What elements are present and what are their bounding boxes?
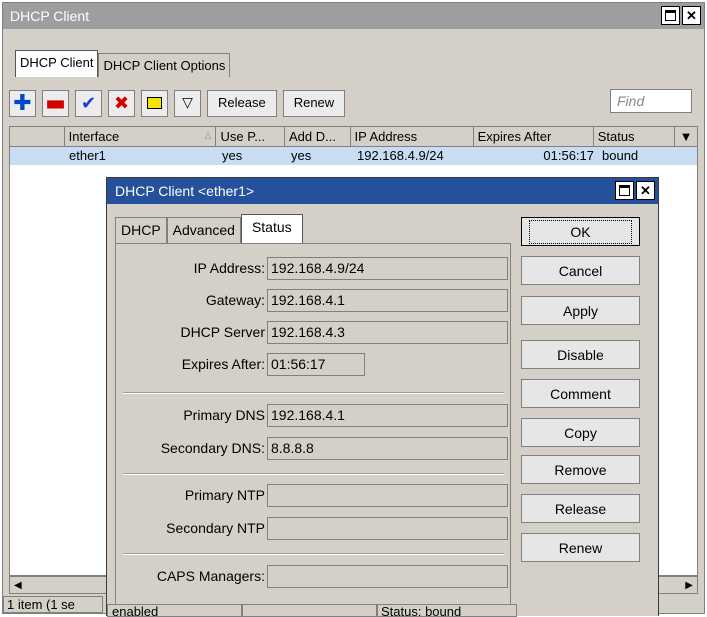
columns-menu-button[interactable]: ▼: [675, 127, 697, 147]
maximize-icon: [665, 10, 676, 21]
separator: [123, 553, 504, 555]
dialog-status-enabled: enabled: [107, 604, 242, 617]
tab-status[interactable]: Status: [240, 214, 303, 243]
window-title: DHCP Client: [10, 8, 90, 24]
tab-dhcp-client[interactable]: DHCP Client: [15, 50, 99, 77]
dhcp-client-edit-dialog: DHCP Client <ether1> ✕ DHCP Advanced Sta…: [106, 177, 660, 617]
separator: [123, 473, 504, 475]
dialog-titlebar[interactable]: DHCP Client <ether1> ✕: [107, 178, 658, 204]
table-row[interactable]: ether1 yes yes 192.168.4.9/24 01:56:17 b…: [10, 147, 697, 165]
filter-icon: ▽: [182, 95, 193, 111]
expires-after-label: Expires After:: [181, 356, 265, 372]
primary-dns-field[interactable]: 192.168.4.1: [267, 404, 508, 427]
column-header-interface[interactable]: Interface △: [64, 127, 217, 147]
column-header-add-default[interactable]: Add D...: [284, 127, 351, 147]
ip-address-label: IP Address:: [193, 260, 265, 276]
ok-button[interactable]: OK: [521, 217, 640, 246]
cross-icon: ✖: [113, 92, 130, 114]
tab-advanced[interactable]: Advanced: [166, 217, 241, 243]
release-button[interactable]: Release: [521, 494, 640, 523]
cell-add-default: yes: [291, 148, 312, 163]
secondary-dns-label: Secondary DNS:: [160, 440, 265, 456]
expires-after-field[interactable]: 01:56:17: [267, 353, 365, 376]
maximize-icon: [619, 185, 630, 196]
scroll-left-icon[interactable]: ◀: [14, 580, 22, 591]
scroll-right-icon[interactable]: ▶: [685, 580, 693, 591]
renew-button[interactable]: Renew: [521, 533, 640, 562]
cell-status: bound: [602, 148, 639, 163]
dialog-statusbar: enabled Status: bound: [107, 604, 660, 617]
primary-ntp-label: Primary NTP: [184, 487, 265, 503]
apply-button[interactable]: Apply: [521, 296, 640, 325]
chevron-down-icon: ▼: [679, 129, 693, 144]
primary-ntp-field[interactable]: [267, 484, 508, 507]
window-titlebar[interactable]: DHCP Client ✕: [3, 3, 704, 29]
maximize-button[interactable]: [661, 6, 680, 25]
filter-button[interactable]: ▽: [174, 89, 201, 117]
find-input[interactable]: Find: [610, 89, 692, 113]
status-panel: IP Address: 192.168.4.9/24 Gateway: 192.…: [115, 243, 511, 617]
dialog-status-blank: [242, 604, 377, 617]
dialog-close-button[interactable]: ✕: [636, 181, 655, 200]
minus-icon: ▬: [45, 90, 66, 116]
disable-button[interactable]: ✖: [108, 89, 135, 117]
secondary-ntp-field[interactable]: [267, 517, 508, 540]
table-header: Interface △ Use P... Add D... IP Address…: [10, 127, 697, 147]
sort-icon: △: [204, 130, 212, 140]
copy-button[interactable]: Copy: [521, 418, 640, 447]
dialog-maximize-button[interactable]: [615, 181, 634, 200]
remove-button[interactable]: Remove: [521, 455, 640, 484]
disable-button[interactable]: Disable: [521, 340, 640, 369]
release-toolbar-button[interactable]: Release: [207, 89, 277, 117]
check-icon: ✔: [80, 92, 97, 114]
dialog-title: DHCP Client <ether1>: [115, 183, 255, 199]
caps-managers-label: CAPS Managers:: [156, 568, 265, 584]
tab-dhcp[interactable]: DHCP: [115, 217, 167, 243]
column-header-blank[interactable]: [10, 127, 65, 147]
cancel-button[interactable]: Cancel: [521, 256, 640, 285]
note-icon: [147, 97, 162, 109]
close-button[interactable]: ✕: [682, 6, 701, 25]
status-item-count: 1 item (1 se: [3, 596, 103, 613]
separator: [123, 392, 504, 394]
secondary-ntp-label: Secondary NTP: [166, 520, 265, 536]
column-header-expires-after[interactable]: Expires After: [473, 127, 594, 147]
ip-address-field[interactable]: 192.168.4.9/24: [267, 257, 508, 280]
gateway-label: Gateway:: [205, 292, 265, 308]
cell-expires-after: 01:56:17: [543, 148, 594, 163]
cell-use-peer: yes: [222, 148, 243, 163]
plus-icon: ✚: [13, 90, 32, 116]
column-header-use-peer[interactable]: Use P...: [216, 127, 285, 147]
remove-button[interactable]: ▬: [42, 89, 69, 117]
close-icon: ✕: [686, 8, 697, 23]
column-header-ip-address[interactable]: IP Address: [350, 127, 474, 147]
close-icon: ✕: [640, 183, 651, 198]
renew-toolbar-button[interactable]: Renew: [282, 89, 346, 117]
comment-button[interactable]: [141, 89, 168, 117]
caps-managers-field[interactable]: [267, 565, 508, 588]
primary-dns-label: Primary DNS: [183, 407, 265, 423]
comment-button[interactable]: Comment: [521, 379, 640, 408]
column-header-status[interactable]: Status: [593, 127, 676, 147]
gateway-field[interactable]: 192.168.4.1: [267, 289, 508, 312]
dialog-status-bound: Status: bound: [377, 604, 517, 617]
tab-dhcp-client-options[interactable]: DHCP Client Options: [98, 53, 231, 77]
add-button[interactable]: ✚: [9, 89, 36, 117]
cell-ip-address: 192.168.4.9/24: [357, 148, 444, 163]
dhcp-server-field[interactable]: 192.168.4.3: [267, 321, 508, 344]
dhcp-server-label: DHCP Server: [180, 324, 265, 340]
secondary-dns-field[interactable]: 8.8.8.8: [267, 437, 508, 460]
enable-button[interactable]: ✔: [75, 89, 102, 117]
cell-interface: ether1: [69, 148, 106, 163]
